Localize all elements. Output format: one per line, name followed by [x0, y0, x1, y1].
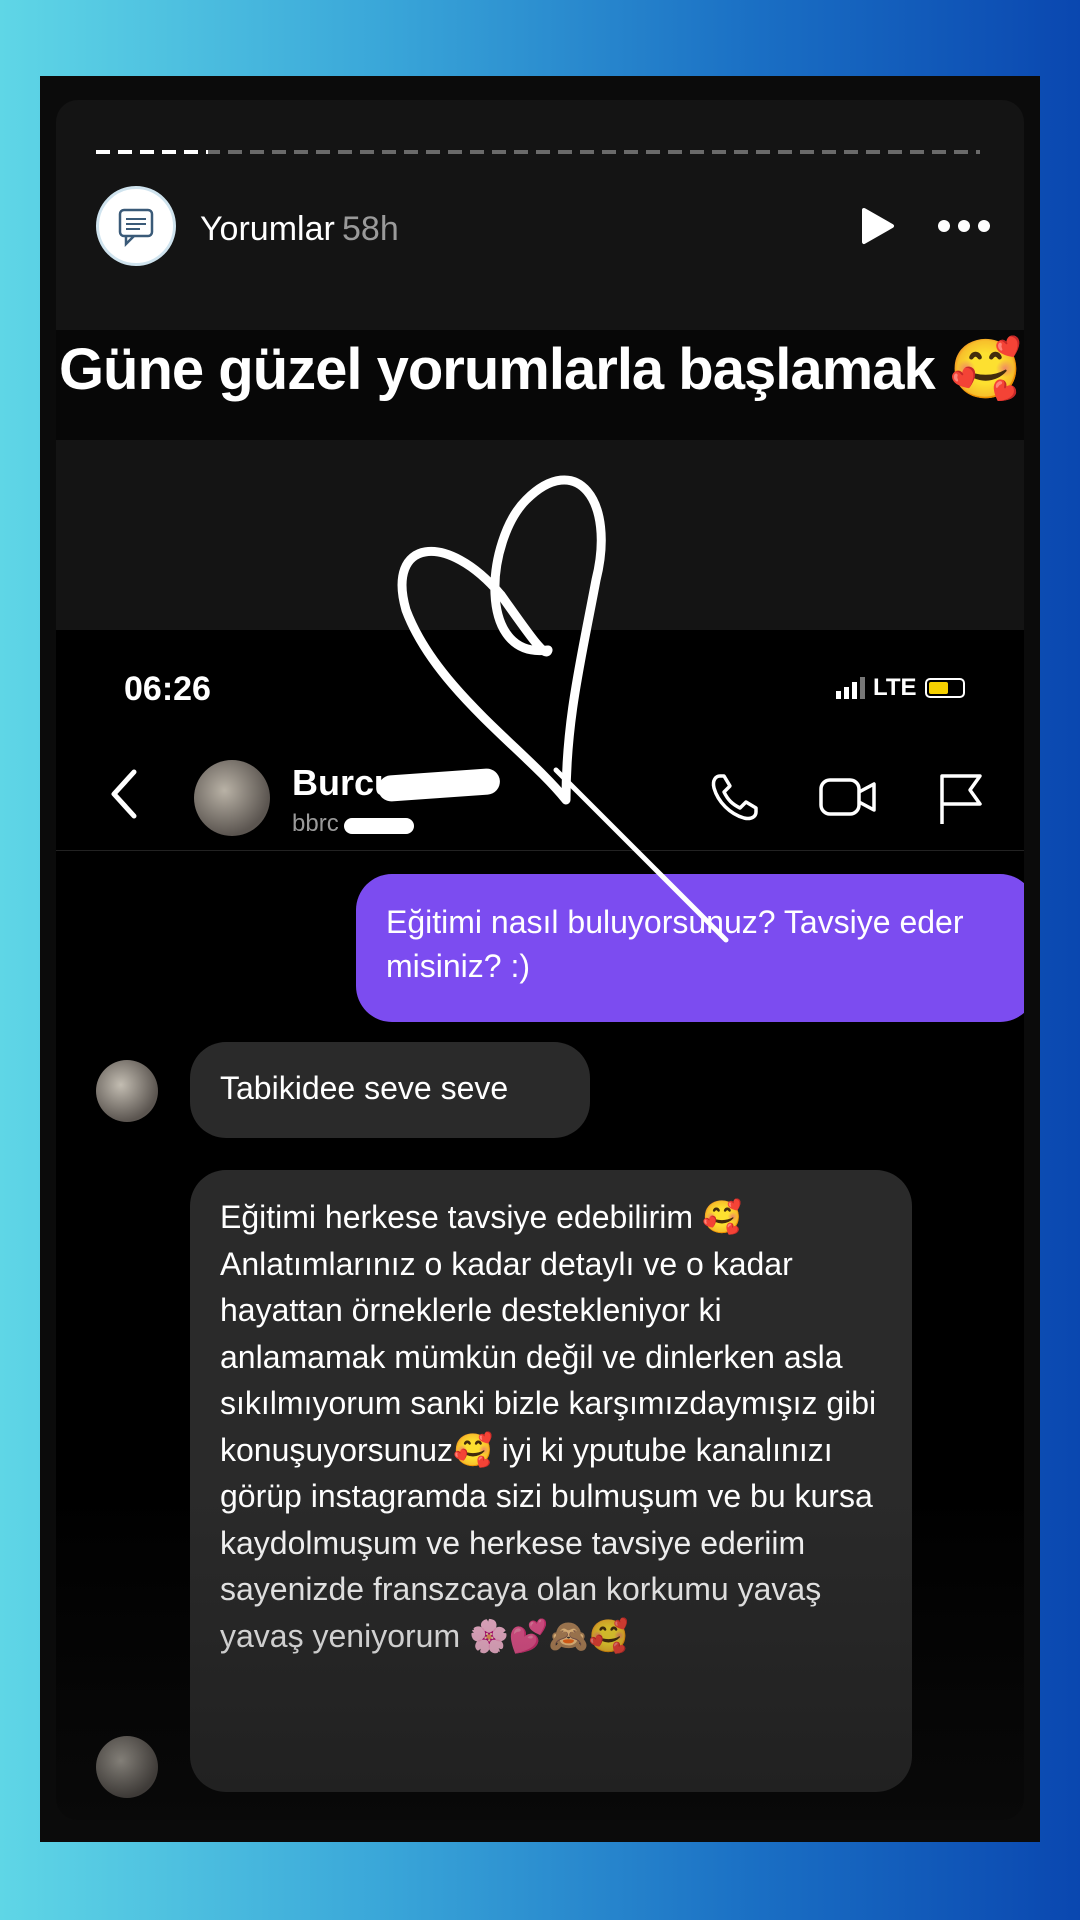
story-card: Yorumlar 58h Güne güzel yorumlarla başla…: [56, 100, 1024, 1820]
story-avatar[interactable]: [96, 186, 176, 266]
sent-message-bubble: Eğitimi nasıl buluyorsunuz? Tavsiye eder…: [356, 874, 1024, 1022]
story-time-ago: 58h: [342, 210, 399, 248]
story-caption: Güne güzel yorumlarla başlamak 🥰: [58, 337, 1022, 402]
video-call-icon[interactable]: [818, 772, 878, 822]
status-time: 06:26: [124, 670, 211, 708]
story-progress-fill: [96, 150, 208, 154]
flag-icon[interactable]: [936, 770, 986, 826]
contact-avatar[interactable]: [194, 760, 270, 836]
received-message-bubble: Tabikidee seve seve: [190, 1042, 590, 1138]
more-dots-icon[interactable]: [938, 214, 994, 238]
received-message-bubble: Eğitimi herkese tavsiye edebilirim 🥰 Anl…: [190, 1170, 912, 1792]
signal-icon: [836, 677, 865, 699]
play-icon[interactable]: [856, 206, 896, 246]
speech-bubble-icon: [118, 208, 154, 248]
phone-icon[interactable]: [706, 770, 762, 826]
redaction-scribble: [344, 818, 414, 834]
chat-header: Burcu bbrc: [56, 740, 1024, 851]
story-user-name[interactable]: Yorumlar: [200, 210, 335, 249]
battery-icon: [924, 678, 965, 698]
story-header: Yorumlar 58h: [96, 186, 990, 270]
contact-handle: bbrc: [292, 810, 339, 837]
story-progress-bar: [96, 150, 980, 154]
chat-screenshot: 06:26 LTE Burcu bbrc Eğitimi nasıl buluy…: [56, 630, 1024, 1820]
message-avatar: [96, 1736, 158, 1798]
network-label: LTE: [873, 674, 917, 701]
story-frame: Yorumlar 58h Güne güzel yorumlarla başla…: [40, 76, 1040, 1842]
back-icon[interactable]: [104, 764, 144, 824]
status-icons: LTE: [836, 674, 965, 702]
message-avatar: [96, 1060, 158, 1122]
